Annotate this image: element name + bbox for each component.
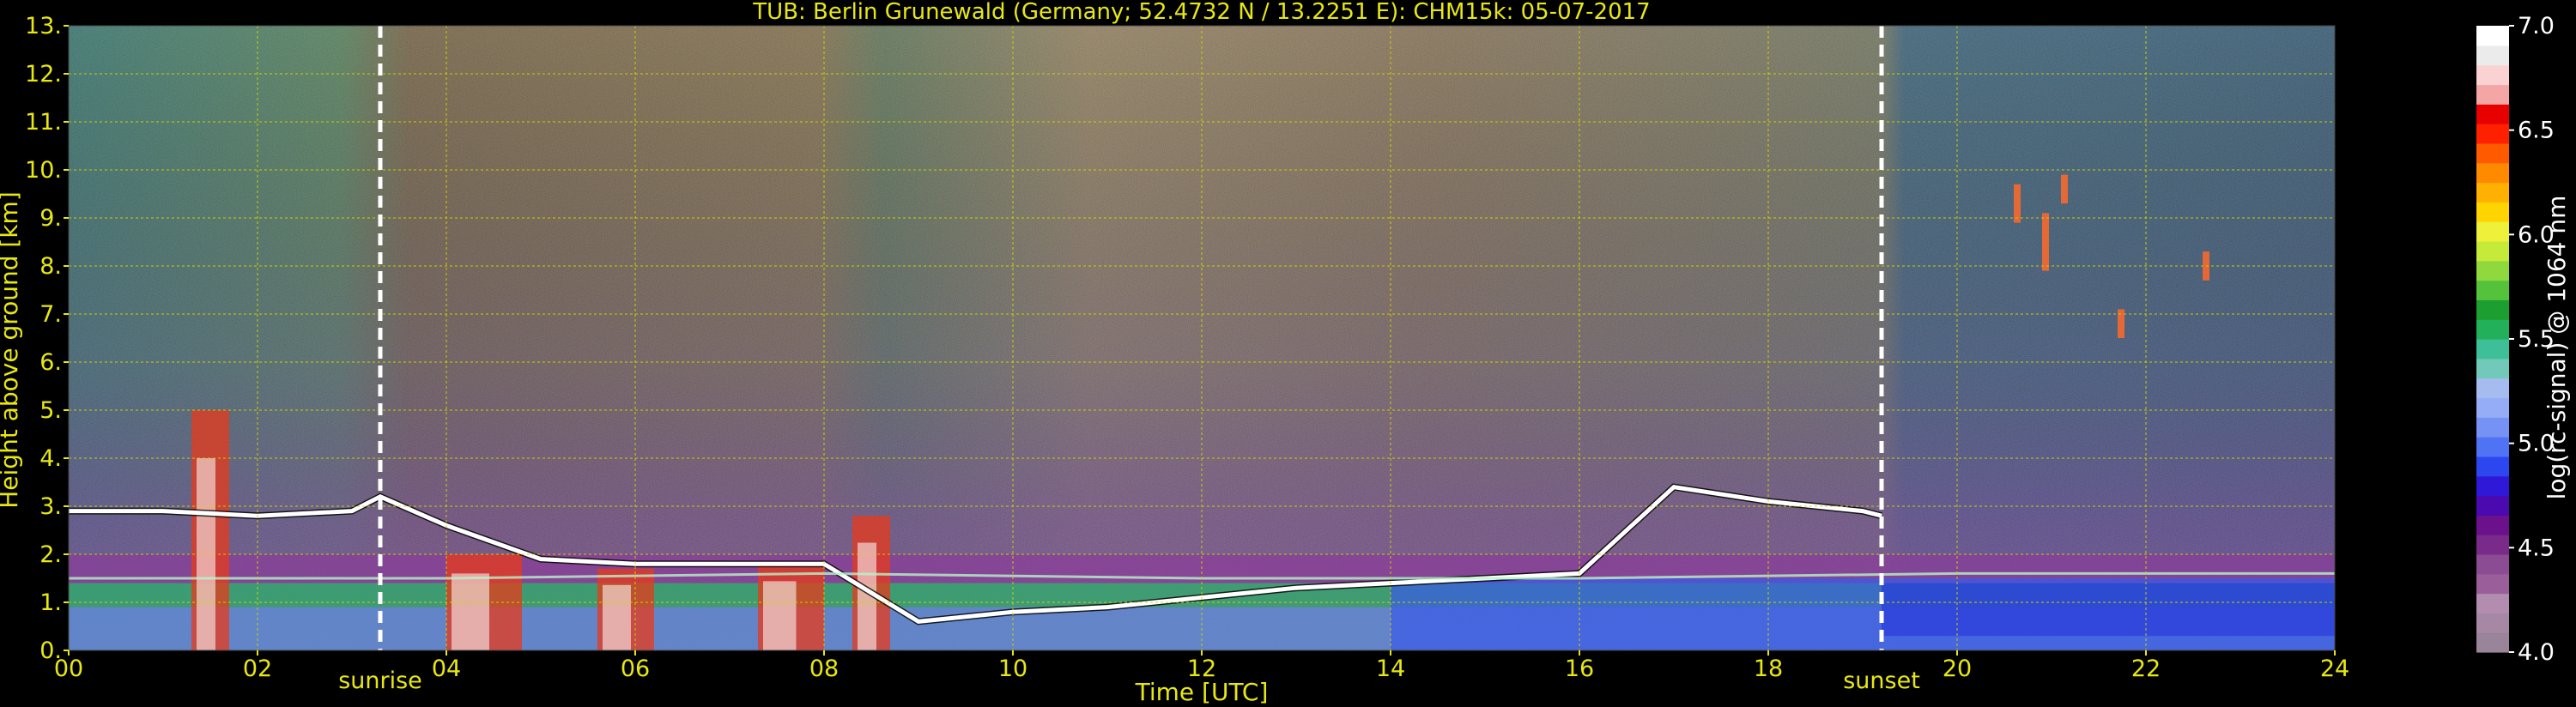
x-tick-label: 14 xyxy=(1376,656,1405,682)
x-tick-label: 22 xyxy=(2131,656,2161,682)
colorbar-tick-label: 4.0 xyxy=(2518,639,2555,666)
colorbar-cell xyxy=(2476,456,2509,477)
colorbar-cell xyxy=(2476,221,2509,242)
colorbar-label: log(rc-signal) @ 1064 nm xyxy=(2543,196,2571,500)
y-tick-label: 9. xyxy=(39,205,62,232)
y-axis-ticks: 0. 1. 2. 3. 4. 5. 6. 7. 8. 9. 10. 11. 12. 13. xyxy=(25,13,69,664)
evening-boundary-band xyxy=(1882,583,2335,637)
x-tick-label: 20 xyxy=(1943,656,1972,682)
colorbar-tick-label: 7.0 xyxy=(2518,13,2555,39)
x-tick-label: 24 xyxy=(2320,656,2349,682)
colorbar-cell xyxy=(2476,378,2509,399)
sunrise-label: sunrise xyxy=(338,668,422,694)
plume-core xyxy=(603,584,631,650)
y-tick-label: 11. xyxy=(25,109,62,136)
chart-title-text: TUB: Berlin Grunewald (Germany; 52.4732 … xyxy=(752,0,1650,25)
colorbar-cell xyxy=(2476,613,2509,633)
y-tick-label: 10. xyxy=(25,157,62,184)
y-tick-label: 12. xyxy=(25,61,62,88)
colorbar-cell xyxy=(2476,573,2509,595)
y-tick-label: 3. xyxy=(39,493,62,520)
colorbar-cell xyxy=(2476,397,2509,418)
plume-core xyxy=(763,581,797,650)
colorbar-cell xyxy=(2476,319,2509,340)
y-tick-label: 13. xyxy=(25,13,62,39)
colorbar-cell xyxy=(2476,142,2509,164)
colorbar-cell xyxy=(2476,84,2509,105)
colorbar-cell xyxy=(2476,64,2509,86)
x-tick-label: 06 xyxy=(621,656,650,682)
colorbar-cell xyxy=(2476,632,2509,653)
colorbar-cell xyxy=(2476,299,2509,320)
sunset-label: sunset xyxy=(1843,668,1920,694)
colorbar: 4.04.55.05.56.06.57.0 log(rc-signal) @ 1… xyxy=(2476,13,2571,666)
y-tick-label: 5. xyxy=(39,397,62,424)
x-tick-label: 02 xyxy=(243,656,272,682)
colorbar-tick-label: 4.5 xyxy=(2518,535,2555,561)
colorbar-cell xyxy=(2476,45,2509,66)
chart-title: TUB: Berlin Grunewald (Germany; 52.4732 … xyxy=(752,0,1650,25)
y-tick-label: 4. xyxy=(39,445,62,472)
y-tick-label: 1. xyxy=(39,589,62,616)
y-axis-label: Height above ground [km] xyxy=(0,191,23,509)
cirrus-streak xyxy=(2014,184,2021,223)
colorbar-cell xyxy=(2476,260,2509,281)
colorbar-tick-label: 6.5 xyxy=(2518,118,2555,144)
colorbar-cell xyxy=(2476,553,2509,575)
plot-area: sunrise sunset xyxy=(68,25,2336,694)
x-tick-label: 16 xyxy=(1565,656,1594,682)
colorbar-cell xyxy=(2476,124,2509,144)
lidar-figure: TUB: Berlin Grunewald (Germany; 52.4732 … xyxy=(0,0,2571,706)
y-tick-label: 2. xyxy=(39,541,62,568)
colorbar-cell xyxy=(2476,437,2509,457)
colorbar-cell xyxy=(2476,593,2509,613)
colorbar-cell xyxy=(2476,515,2509,535)
x-tick-label: 08 xyxy=(809,656,839,682)
colorbar-cell xyxy=(2476,339,2509,360)
y-tick-label: 6. xyxy=(39,349,62,376)
colorbar-cell xyxy=(2476,240,2509,262)
cirrus-streak xyxy=(2061,174,2068,204)
y-tick-label: 7. xyxy=(39,301,62,328)
colorbar-cell xyxy=(2476,162,2509,184)
colorbar-cell xyxy=(2476,417,2509,438)
colorbar-cell xyxy=(2476,475,2509,497)
colorbar-cell xyxy=(2476,535,2509,555)
plume-core xyxy=(452,573,489,650)
colorbar-cell xyxy=(2476,26,2509,46)
colorbar-cells xyxy=(2476,26,2509,653)
y-tick-label: 0. xyxy=(39,638,62,664)
cirrus-streak xyxy=(2042,213,2049,271)
colorbar-cell xyxy=(2476,104,2509,124)
colorbar-cell xyxy=(2476,358,2509,379)
y-tick-label: 8. xyxy=(39,253,62,280)
colorbar-cell xyxy=(2476,182,2509,202)
x-tick-label: 04 xyxy=(432,656,461,682)
x-tick-label: 18 xyxy=(1754,656,1783,682)
colorbar-cell xyxy=(2476,202,2509,222)
x-tick-label: 10 xyxy=(998,656,1027,682)
cirrus-streak xyxy=(2118,309,2124,338)
colorbar-cell xyxy=(2476,280,2509,300)
colorbar-cell xyxy=(2476,495,2509,516)
x-axis-label: Time [UTC] xyxy=(1135,678,1269,706)
